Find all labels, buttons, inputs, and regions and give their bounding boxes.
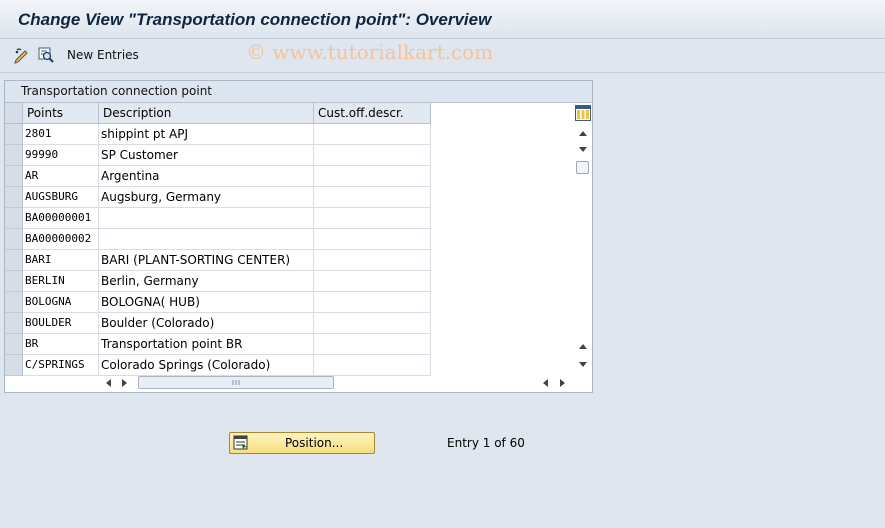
row-selector[interactable]	[5, 187, 23, 208]
scroll-right-arrow[interactable]	[120, 377, 130, 389]
cell-cust-off-descr[interactable]	[314, 292, 431, 313]
cell-cust-off-descr[interactable]	[314, 271, 431, 292]
table-row[interactable]: BOLOGNA BOLOGNA( HUB)	[5, 292, 431, 313]
cell-point[interactable]: AUGSBURG	[23, 187, 99, 208]
cell-point[interactable]: BARI	[23, 250, 99, 271]
cell-point[interactable]: BOULDER	[23, 313, 99, 334]
row-selector[interactable]	[5, 313, 23, 334]
table-settings-icon[interactable]	[575, 105, 591, 121]
cell-point[interactable]: BR	[23, 334, 99, 355]
scroll-down-arrow[interactable]	[577, 144, 589, 154]
table-row[interactable]: BARI BARI (PLANT-SORTING CENTER)	[5, 250, 431, 271]
watermark: © www.tutorialkart.com	[246, 40, 494, 64]
cell-description[interactable]	[99, 229, 314, 250]
table-panel: Transportation connection point Points D…	[4, 80, 593, 393]
cell-description[interactable]: BOLOGNA( HUB)	[99, 292, 314, 313]
cell-cust-off-descr[interactable]	[314, 208, 431, 229]
scroll-far-left-arrow[interactable]	[540, 377, 550, 389]
row-selector[interactable]	[5, 124, 23, 145]
cell-description[interactable]: Argentina	[99, 166, 314, 187]
cell-cust-off-descr[interactable]	[314, 229, 431, 250]
row-selector[interactable]	[5, 292, 23, 313]
table-row[interactable]: AUGSBURG Augsburg, Germany	[5, 187, 431, 208]
cell-description[interactable]: Boulder (Colorado)	[99, 313, 314, 334]
scroll-far-right-arrow[interactable]	[558, 377, 568, 389]
cell-description[interactable]	[99, 208, 314, 229]
scroll-left-arrow[interactable]	[103, 377, 113, 389]
table-row[interactable]: BERLIN Berlin, Germany	[5, 271, 431, 292]
position-button[interactable]: Position...	[229, 432, 375, 454]
scroll-page-up-arrow[interactable]	[577, 340, 589, 350]
scroll-up-arrow[interactable]	[577, 127, 589, 137]
panel-title-bar: Transportation connection point	[5, 81, 592, 103]
row-selector[interactable]	[5, 208, 23, 229]
table-row[interactable]: BA00000001	[5, 208, 431, 229]
cell-description[interactable]: Augsburg, Germany	[99, 187, 314, 208]
row-selector[interactable]	[5, 250, 23, 271]
table-row[interactable]: BR Transportation point BR	[5, 334, 431, 355]
vertical-scroll-thumb[interactable]	[576, 161, 589, 174]
change-display-icon[interactable]	[13, 46, 31, 64]
column-header-points[interactable]: Points	[23, 103, 99, 124]
column-header-cust-off-descr[interactable]: Cust.off.descr.	[314, 103, 431, 124]
row-selector[interactable]	[5, 145, 23, 166]
cell-cust-off-descr[interactable]	[314, 187, 431, 208]
table-row[interactable]: 99990 SP Customer	[5, 145, 431, 166]
table-row[interactable]: BOULDER Boulder (Colorado)	[5, 313, 431, 334]
entry-counter: Entry 1 of 60	[447, 436, 525, 450]
cell-cust-off-descr[interactable]	[314, 334, 431, 355]
cell-point[interactable]: AR	[23, 166, 99, 187]
row-selector[interactable]	[5, 334, 23, 355]
cell-cust-off-descr[interactable]	[314, 250, 431, 271]
column-header-description[interactable]: Description	[99, 103, 314, 124]
panel-title: Transportation connection point	[21, 84, 212, 98]
cell-point[interactable]: 2801	[23, 124, 99, 145]
row-selector[interactable]	[5, 271, 23, 292]
cell-description[interactable]: shippint pt APJ	[99, 124, 314, 145]
details-search-icon[interactable]	[37, 46, 55, 64]
table-row[interactable]: AR Argentina	[5, 166, 431, 187]
position-icon	[233, 435, 249, 451]
cell-cust-off-descr[interactable]	[314, 124, 431, 145]
cell-point[interactable]: BA00000001	[23, 208, 99, 229]
page-title: Change View "Transportation connection p…	[18, 10, 492, 29]
cell-point[interactable]: BA00000002	[23, 229, 99, 250]
row-selector[interactable]	[5, 229, 23, 250]
cell-description[interactable]: BARI (PLANT-SORTING CENTER)	[99, 250, 314, 271]
table-row[interactable]: C/SPRINGS Colorado Springs (Colorado)	[5, 355, 431, 376]
position-button-label: Position...	[285, 436, 344, 450]
cell-cust-off-descr[interactable]	[314, 145, 431, 166]
table-row[interactable]: 2801 shippint pt APJ	[5, 124, 431, 145]
scroll-page-down-arrow[interactable]	[577, 359, 589, 369]
cell-description[interactable]: Transportation point BR	[99, 334, 314, 355]
cell-point[interactable]: BERLIN	[23, 271, 99, 292]
table-row[interactable]: BA00000002	[5, 229, 431, 250]
title-bar: Change View "Transportation connection p…	[0, 0, 885, 39]
cell-point[interactable]: 99990	[23, 145, 99, 166]
new-entries-button[interactable]: New Entries	[67, 48, 139, 62]
cell-point[interactable]: BOLOGNA	[23, 292, 99, 313]
row-selector[interactable]	[5, 166, 23, 187]
cell-cust-off-descr[interactable]	[314, 355, 431, 376]
row-selector[interactable]	[5, 355, 23, 376]
cell-description[interactable]: SP Customer	[99, 145, 314, 166]
cell-point[interactable]: C/SPRINGS	[23, 355, 99, 376]
cell-cust-off-descr[interactable]	[314, 166, 431, 187]
cell-cust-off-descr[interactable]	[314, 313, 431, 334]
horizontal-scroll-thumb[interactable]	[138, 376, 334, 389]
cell-description[interactable]: Berlin, Germany	[99, 271, 314, 292]
select-all-corner[interactable]	[5, 103, 23, 124]
cell-description[interactable]: Colorado Springs (Colorado)	[99, 355, 314, 376]
